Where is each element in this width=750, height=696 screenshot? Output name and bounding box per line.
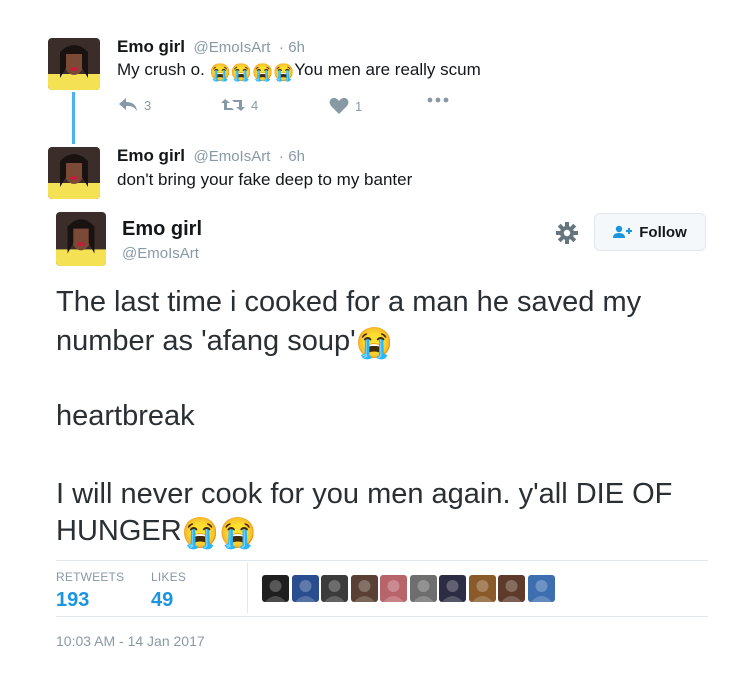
tweet-text-line: HUNGER😭😭	[56, 512, 256, 553]
author-handle[interactable]: @EmoIsArt	[193, 148, 270, 165]
more-button[interactable]	[427, 97, 449, 103]
crying-emoji: 😭	[219, 517, 257, 550]
crying-emoji: 😭	[273, 63, 295, 82]
liker-avatar[interactable]	[350, 575, 378, 602]
liker-avatar[interactable]	[468, 575, 496, 602]
divider	[56, 560, 708, 561]
crying-emoji: 😭	[356, 325, 393, 360]
retweets-value: 193	[56, 589, 90, 611]
likes-value: 49	[151, 589, 174, 611]
follow-person-icon	[613, 225, 633, 238]
liker-avatar[interactable]	[409, 575, 437, 602]
author-handle[interactable]: @EmoIsArt	[193, 39, 270, 56]
like-count: 1	[355, 98, 363, 114]
likes-label: LIKES	[151, 570, 187, 584]
reply-time[interactable]: 6h	[288, 148, 305, 165]
tweet-text-line: The last time i cooked for a man he save…	[56, 286, 642, 318]
retweet-button[interactable]: 4	[221, 97, 258, 113]
reply-button[interactable]: 3	[118, 97, 151, 113]
reply-text: don't bring your fake deep to my banter	[117, 170, 413, 189]
gear-icon	[556, 222, 578, 244]
tweet-text-line: number as 'afang soup'😭	[56, 322, 393, 363]
reply-count: 3	[144, 97, 152, 113]
crying-emoji: 😭	[251, 63, 274, 82]
settings-button[interactable]	[556, 222, 578, 249]
liker-avatar[interactable]	[291, 575, 319, 602]
liker-avatar[interactable]	[321, 575, 348, 602]
reply-header: Emo girl @EmoIsArt · 6h	[117, 37, 305, 57]
reply-text: My crush o. 😭😭😭😭You men are really scum	[117, 60, 481, 83]
retweets-label: RETWEETS	[56, 570, 125, 584]
liker-avatar[interactable]	[527, 575, 555, 602]
author-name[interactable]: Emo girl	[117, 37, 185, 56]
crying-emoji: 😭	[181, 517, 220, 550]
crying-emoji: 😭	[209, 63, 231, 82]
author-handle[interactable]: @EmoIsArt	[122, 245, 199, 262]
liker-avatar[interactable]	[262, 575, 289, 602]
retweet-count: 4	[251, 97, 259, 113]
dot-separator: ·	[278, 148, 284, 165]
reply-text-before: My crush o.	[117, 60, 205, 79]
author-name[interactable]: Emo girl	[122, 218, 202, 241]
heart-icon	[329, 97, 349, 114]
follow-label: Follow	[639, 223, 687, 241]
liker-avatar[interactable]	[380, 575, 407, 602]
thread-connector-line	[72, 92, 75, 144]
reply-text-after: You men are really scum	[294, 60, 481, 79]
retweet-icon	[221, 99, 245, 111]
tweet-text-line: heartbreak	[56, 400, 195, 432]
retweets-stat[interactable]: RETWEETS 193	[56, 570, 124, 612]
more-icon	[427, 97, 449, 103]
like-button[interactable]: 1	[329, 97, 362, 115]
dot-separator: ·	[278, 39, 284, 56]
crying-emoji: 😭	[230, 63, 252, 82]
author-name[interactable]: Emo girl	[117, 146, 185, 165]
avatar[interactable]	[56, 212, 106, 266]
tweet-text-line-part: HUNGER	[56, 515, 182, 547]
emoji-group: 😭😭😭😭	[210, 60, 295, 82]
reply-header: Emo girl @EmoIsArt · 6h	[117, 146, 305, 166]
avatar[interactable]	[48, 147, 100, 199]
reply-time[interactable]: 6h	[288, 39, 305, 56]
tweet-text-line: I will never cook for you men again. y'a…	[56, 478, 673, 510]
stats-divider	[247, 563, 248, 613]
avatar[interactable]	[48, 38, 100, 90]
liker-avatar[interactable]	[498, 575, 525, 602]
follow-button[interactable]: Follow	[594, 213, 706, 251]
likes-stat[interactable]: LIKES 49	[151, 570, 186, 612]
divider	[56, 616, 708, 617]
tweet-timestamp[interactable]: 10:03 AM - 14 Jan 2017	[56, 633, 205, 649]
liker-avatar[interactable]	[439, 575, 466, 602]
emoji-group: 😭😭	[182, 515, 257, 550]
tweet-text-line-part: number as 'afang soup'	[56, 325, 356, 357]
reply-icon	[119, 98, 137, 111]
crying-emoji: 😭	[355, 327, 394, 360]
